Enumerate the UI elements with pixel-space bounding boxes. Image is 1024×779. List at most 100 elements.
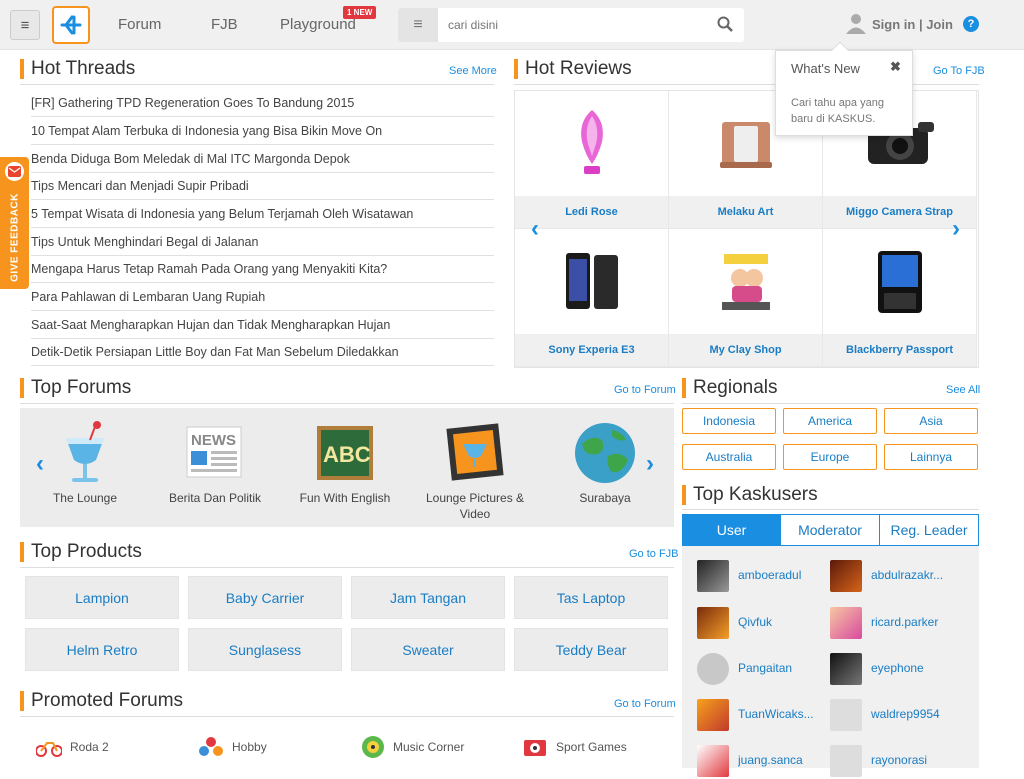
forums-next-arrow[interactable]: › <box>646 450 654 478</box>
user-item[interactable]: abdulrazakr... <box>830 560 960 594</box>
forum-label: Berita Dan Politik <box>168 491 262 505</box>
promoted-forum-label: Hobby <box>232 740 267 754</box>
promoted-forum-sport-games[interactable]: Sport Games <box>522 736 627 758</box>
promoted-forum-roda-2[interactable]: Roda 2 <box>36 736 109 758</box>
regional-button[interactable]: Indonesia <box>682 408 776 434</box>
product-button[interactable]: Lampion <box>25 576 179 619</box>
user-item[interactable]: amboeradul <box>697 560 827 594</box>
thread-item[interactable]: 10 Tempat Alam Terbuka di Indonesia yang… <box>31 117 494 145</box>
regional-button[interactable]: Lainnya <box>884 444 978 470</box>
sport-games-icon <box>524 740 546 756</box>
cocktail-glass-icon <box>50 420 120 486</box>
divider <box>20 403 674 404</box>
user-item[interactable]: juang.sanca <box>697 745 827 779</box>
promoted-forum-label: Music Corner <box>393 740 465 754</box>
go-to-fjb-link[interactable]: Go To FJB <box>933 65 985 77</box>
thread-item[interactable]: Benda Diduga Bom Meledak di Mal ITC Marg… <box>31 145 494 173</box>
give-feedback-tab[interactable]: GIVE FEEDBACK <box>0 157 29 289</box>
user-item[interactable]: waldrep9954 <box>830 699 960 733</box>
avatar <box>697 699 729 731</box>
avatar <box>697 653 729 685</box>
product-button[interactable]: Tas Laptop <box>514 576 668 619</box>
forum-item-the-lounge[interactable]: The Lounge <box>20 408 150 527</box>
product-button[interactable]: Baby Carrier <box>188 576 342 619</box>
search-input[interactable] <box>448 15 698 35</box>
tab-moderator[interactable]: Moderator <box>781 515 880 545</box>
avatar <box>830 745 862 777</box>
forum-item-lounge-pictures-video[interactable]: Lounge Pictures & Video <box>410 408 540 527</box>
thread-item[interactable]: Mengapa Harus Tetap Ramah Pada Orang yan… <box>31 255 494 283</box>
review-item[interactable]: My Clay Shop <box>669 229 823 367</box>
hamburger-icon: ≡ <box>20 16 30 34</box>
thread-item[interactable]: Tips Mencari dan Menjadi Supir Pribadi <box>31 172 494 200</box>
forum-item-berita-dan-politik[interactable]: NEWS Berita Dan Politik <box>150 408 280 527</box>
kaskus-logo[interactable] <box>52 6 90 44</box>
product-button[interactable]: Jam Tangan <box>351 576 505 619</box>
svg-text:ABC: ABC <box>323 442 371 467</box>
search-icon[interactable] <box>716 15 734 33</box>
user-item[interactable]: Pangaitan <box>697 653 827 687</box>
user-item[interactable]: TuanWicaks... <box>697 699 827 733</box>
help-icon[interactable]: ? <box>963 16 979 32</box>
regional-button[interactable]: America <box>783 408 877 434</box>
thread-item[interactable]: Detik-Detik Persiapan Little Boy dan Fat… <box>31 338 494 366</box>
review-item[interactable]: Blackberry Passport <box>823 229 977 367</box>
close-icon[interactable]: ✖ <box>890 59 901 75</box>
search-menu-button[interactable]: ≡ <box>398 8 438 42</box>
thread-item[interactable]: Tips Untuk Menghindari Begal di Jalanan <box>31 228 494 256</box>
product-button[interactable]: Teddy Bear <box>514 628 668 671</box>
product-button[interactable]: Helm Retro <box>25 628 179 671</box>
user-item[interactable]: ricard.parker <box>830 607 960 641</box>
go-to-forum-link[interactable]: Go to Forum <box>614 384 676 396</box>
regional-button[interactable]: Europe <box>783 444 877 470</box>
regional-button[interactable]: Australia <box>682 444 776 470</box>
see-all-link[interactable]: See All <box>946 384 980 396</box>
divider <box>20 567 674 568</box>
motorcycle-icon <box>36 742 62 757</box>
avatar <box>830 653 862 685</box>
username: waldrep9954 <box>871 707 940 721</box>
review-item[interactable]: Sony Experia E3 <box>515 229 669 367</box>
avatar <box>697 745 729 777</box>
user-item[interactable]: rayonorasi <box>830 745 960 779</box>
username: amboeradul <box>738 568 802 582</box>
product-button[interactable]: Sweater <box>351 628 505 671</box>
thread-item[interactable]: 5 Tempat Wisata di Indonesia yang Belum … <box>31 200 494 228</box>
reviews-prev-arrow[interactable]: ‹ <box>531 215 539 243</box>
thread-item[interactable]: [FR] Gathering TPD Regeneration Goes To … <box>31 89 494 117</box>
nav-fjb[interactable]: FJB <box>211 0 238 50</box>
user-item[interactable]: eyephone <box>830 653 960 687</box>
nav-forum[interactable]: Forum <box>118 0 161 50</box>
review-item[interactable]: Ledi Rose <box>515 91 669 229</box>
signin-join-link[interactable]: Sign in | Join <box>872 17 953 32</box>
promoted-forum-hobby[interactable]: Hobby <box>198 736 267 758</box>
tab-user[interactable]: User <box>683 515 781 545</box>
hobby-icon <box>199 737 223 756</box>
product-button[interactable]: Sunglasess <box>188 628 342 671</box>
feedback-icon <box>5 162 24 181</box>
review-label: Sony Experia E3 <box>515 334 668 366</box>
top-forums-carousel: ‹ The Lounge NEWS Berita Dan Politik ABC… <box>20 408 674 527</box>
user-item[interactable]: Qivfuk <box>697 607 827 641</box>
hamburger-menu-button[interactable]: ≡ <box>10 10 40 40</box>
chalkboard-icon: ABC <box>310 420 380 486</box>
forum-label: Lounge Pictures & Video <box>425 491 525 521</box>
regional-button[interactable]: Asia <box>884 408 978 434</box>
kaskusers-tabs: User Moderator Reg. Leader <box>682 514 979 546</box>
reviews-next-arrow[interactable]: › <box>952 215 960 243</box>
blackberry-passport-image <box>823 229 976 335</box>
promoted-forum-music-corner[interactable]: Music Corner <box>361 736 464 758</box>
avatar <box>830 699 862 731</box>
forum-item-fun-with-english[interactable]: ABC Fun With English <box>280 408 410 527</box>
top-kaskusers-title: Top Kaskusers <box>682 485 818 505</box>
tab-reg-leader[interactable]: Reg. Leader <box>880 515 978 545</box>
go-to-fjb-link[interactable]: Go to FJB <box>629 548 679 560</box>
svg-text:NEWS: NEWS <box>191 432 236 449</box>
see-more-link[interactable]: See More <box>449 65 497 77</box>
thread-item[interactable]: Saat-Saat Mengharapkan Hujan dan Tidak M… <box>31 311 494 339</box>
picture-frame-icon <box>440 420 510 486</box>
go-to-forum-link[interactable]: Go to Forum <box>614 698 676 710</box>
thread-item[interactable]: Para Pahlawan di Lembaran Uang Rupiah <box>31 283 494 311</box>
sony-experia-e3-image <box>515 229 668 335</box>
user-icon[interactable] <box>845 12 867 34</box>
